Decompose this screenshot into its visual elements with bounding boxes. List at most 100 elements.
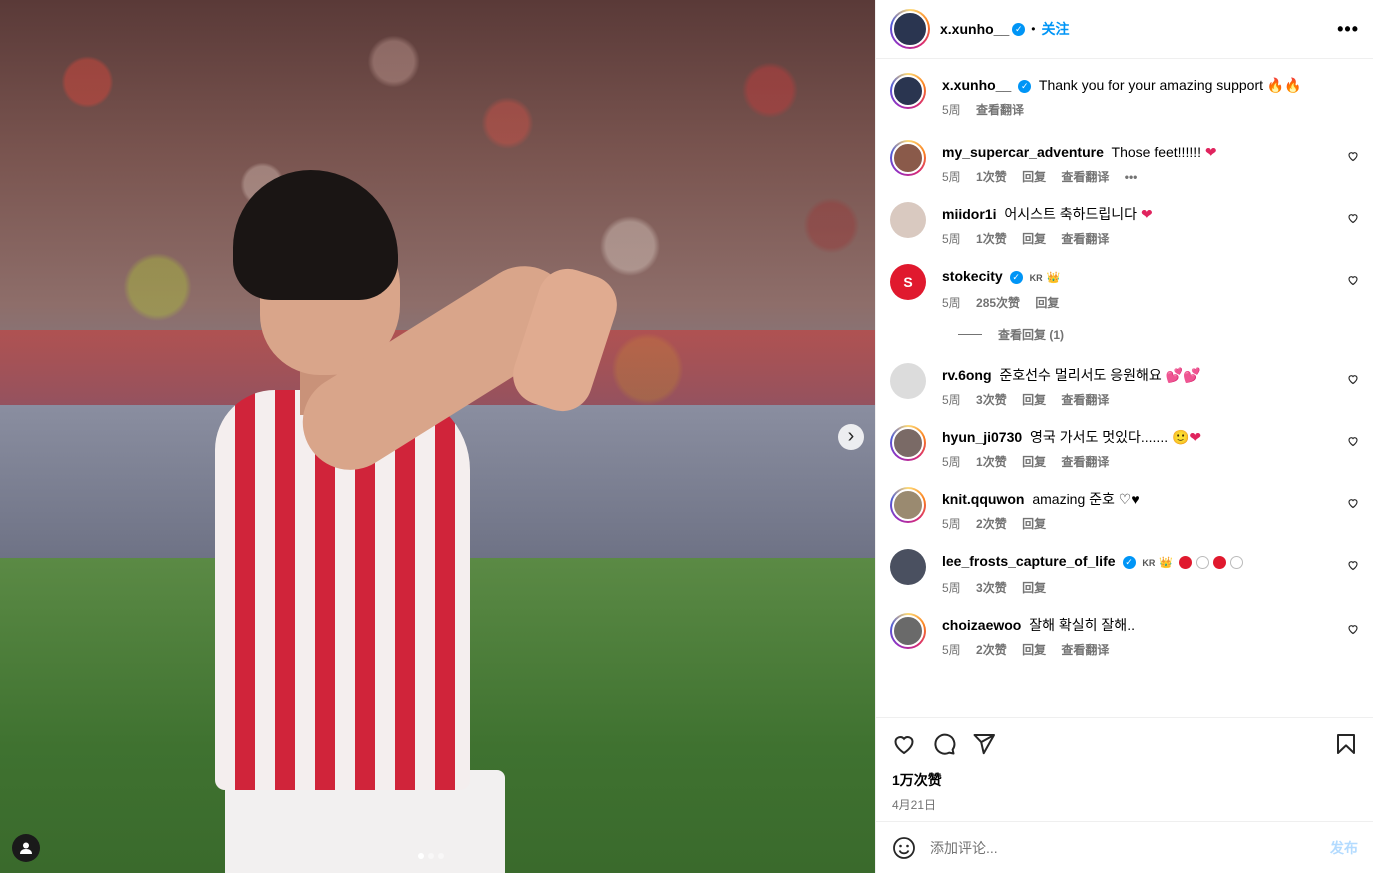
caption-text: Thank you for your amazing support 🔥🔥 bbox=[1038, 77, 1302, 93]
more-icon[interactable]: ••• bbox=[1337, 19, 1359, 40]
comment-likes[interactable]: 3次赞 bbox=[976, 393, 1007, 407]
comment-reply-button[interactable]: 回复 bbox=[1022, 232, 1046, 246]
comment-reply-button[interactable]: 回复 bbox=[1022, 455, 1046, 469]
comment-reply-button[interactable]: 回复 bbox=[1022, 643, 1046, 657]
comment-item: choizaewoo 잘해 확실히 잘해.. 5周 2次赞 回复 查看翻译 bbox=[890, 613, 1359, 658]
post-photo[interactable]: › bbox=[0, 0, 875, 873]
comment-time[interactable]: 5周 bbox=[942, 643, 961, 657]
tagged-users-button[interactable] bbox=[12, 834, 40, 862]
likes-count[interactable]: 1万次赞 bbox=[892, 770, 1358, 790]
comment-emoji: 🙂❤ bbox=[1171, 429, 1202, 445]
comment-username[interactable]: my_supercar_adventure bbox=[942, 144, 1104, 160]
post-side-panel: x.xunho__ ✓ • 关注 ••• x.xunho__ ✓ Thank yo… bbox=[875, 0, 1373, 873]
post-comment-button[interactable]: 发布 bbox=[1330, 838, 1358, 858]
comment-translate[interactable]: 查看翻译 bbox=[1061, 393, 1109, 407]
comment-reply-button[interactable]: 回复 bbox=[1022, 517, 1046, 531]
share-icon[interactable] bbox=[972, 732, 996, 756]
red-circle-emoji bbox=[1212, 555, 1226, 569]
comment-username[interactable]: knit.qquwon bbox=[942, 491, 1024, 507]
comment-item: my_supercar_adventure Those feet!!!!!! ❤… bbox=[890, 140, 1359, 185]
comment-avatar[interactable] bbox=[890, 363, 926, 399]
comment-time[interactable]: 5周 bbox=[942, 517, 961, 531]
comment-like-icon[interactable] bbox=[1347, 559, 1359, 571]
verified-icon: ✓ bbox=[1122, 555, 1136, 569]
carousel-next-button[interactable]: › bbox=[838, 424, 864, 450]
comment-like-icon[interactable] bbox=[1347, 274, 1359, 286]
white-circle-emoji bbox=[1229, 555, 1243, 569]
save-icon[interactable] bbox=[1334, 732, 1358, 756]
comment-text: 어시스트 축하드립니다 bbox=[1004, 206, 1138, 222]
comment-likes[interactable]: 2次赞 bbox=[976, 643, 1007, 657]
comment-reply-button[interactable]: 回复 bbox=[1022, 393, 1046, 407]
comment-avatar[interactable]: S bbox=[890, 264, 926, 300]
emoji-icon[interactable] bbox=[892, 836, 916, 860]
comment-text: 잘해 확실히 잘해.. bbox=[1029, 617, 1135, 633]
comment-time[interactable]: 5周 bbox=[942, 581, 961, 595]
comment-translate[interactable]: 查看翻译 bbox=[1061, 170, 1109, 184]
comment-like-icon[interactable] bbox=[1347, 497, 1359, 509]
comment-time[interactable]: 5周 bbox=[942, 232, 961, 246]
comment-text: 준호선수 멀리서도 응원해요 bbox=[999, 367, 1162, 383]
comment-avatar[interactable] bbox=[890, 613, 926, 649]
white-circle-emoji bbox=[1195, 555, 1209, 569]
comment-reply-button[interactable]: 回复 bbox=[1022, 170, 1046, 184]
country-badge: KR bbox=[1029, 273, 1043, 283]
comment-likes[interactable]: 2次赞 bbox=[976, 517, 1007, 531]
comment-avatar[interactable] bbox=[890, 202, 926, 238]
comment-avatar[interactable] bbox=[890, 549, 926, 585]
comment-emoji: ♡♥ bbox=[1118, 491, 1140, 507]
post-header: x.xunho__ ✓ • 关注 ••• bbox=[876, 0, 1373, 59]
comment-username[interactable]: lee_frosts_capture_of_life bbox=[942, 553, 1116, 569]
comment-likes[interactable]: 1次赞 bbox=[976, 170, 1007, 184]
caption-username[interactable]: x.xunho__ bbox=[942, 77, 1011, 93]
comment-username[interactable]: choizaewoo bbox=[942, 617, 1021, 633]
caption-avatar[interactable] bbox=[890, 73, 926, 109]
comment-text: amazing 준호 bbox=[1032, 491, 1115, 507]
comment-emoji: ❤ bbox=[1140, 206, 1153, 222]
add-comment-bar: 发布 bbox=[876, 821, 1373, 873]
comment-translate[interactable]: 查看翻译 bbox=[1061, 643, 1109, 657]
comment-item: S stokecity ✓ KR 👑 5周 285次赞 回复 bbox=[890, 264, 1359, 311]
comment-more-icon[interactable]: ••• bbox=[1125, 170, 1138, 184]
comment-icon[interactable] bbox=[932, 732, 956, 756]
owner-avatar[interactable] bbox=[890, 9, 930, 49]
comment-input[interactable] bbox=[930, 839, 1330, 856]
comment-translate[interactable]: 查看翻译 bbox=[1061, 455, 1109, 469]
post-date[interactable]: 4月21日 bbox=[892, 796, 1358, 813]
comment-item: miidor1i 어시스트 축하드립니다 ❤ 5周 1次赞 回复 查看翻译 bbox=[890, 202, 1359, 247]
comment-like-icon[interactable] bbox=[1347, 212, 1359, 224]
heart-icon[interactable] bbox=[892, 732, 916, 756]
comment-time[interactable]: 5周 bbox=[942, 170, 961, 184]
comment-avatar[interactable] bbox=[890, 425, 926, 461]
comments-list[interactable]: x.xunho__ ✓ Thank you for your amazing su… bbox=[876, 59, 1373, 717]
comment-likes[interactable]: 285次赞 bbox=[976, 296, 1020, 310]
country-badge: KR bbox=[1142, 558, 1156, 568]
crown-icon: 👑 bbox=[1159, 557, 1174, 569]
comment-like-icon[interactable] bbox=[1347, 623, 1359, 635]
verified-icon: ✓ bbox=[1018, 79, 1032, 93]
comment-time[interactable]: 5周 bbox=[942, 455, 961, 469]
comment-username[interactable]: miidor1i bbox=[942, 206, 996, 222]
comment-like-icon[interactable] bbox=[1347, 373, 1359, 385]
comment-like-icon[interactable] bbox=[1347, 435, 1359, 447]
comment-translate[interactable]: 查看翻译 bbox=[1061, 232, 1109, 246]
comment-username[interactable]: rv.6ong bbox=[942, 367, 992, 383]
owner-username[interactable]: x.xunho__ bbox=[940, 21, 1009, 37]
comment-likes[interactable]: 1次赞 bbox=[976, 455, 1007, 469]
comment-username[interactable]: hyun_ji0730 bbox=[942, 429, 1022, 445]
comment-time[interactable]: 5周 bbox=[942, 393, 961, 407]
view-replies-button[interactable]: 查看回复 (1) bbox=[958, 326, 1359, 343]
comment-username[interactable]: stokecity bbox=[942, 268, 1003, 284]
comment-avatar[interactable] bbox=[890, 487, 926, 523]
comment-likes[interactable]: 1次赞 bbox=[976, 232, 1007, 246]
comment-likes[interactable]: 3次赞 bbox=[976, 581, 1007, 595]
comment-reply-button[interactable]: 回复 bbox=[1035, 296, 1059, 310]
caption-time[interactable]: 5周 bbox=[942, 103, 961, 117]
comment-like-icon[interactable] bbox=[1347, 150, 1359, 162]
comment-reply-button[interactable]: 回复 bbox=[1022, 581, 1046, 595]
comment-item: knit.qquwon amazing 준호 ♡♥ 5周 2次赞 回复 bbox=[890, 487, 1359, 532]
caption-translate[interactable]: 查看翻译 bbox=[976, 103, 1024, 117]
comment-avatar[interactable] bbox=[890, 140, 926, 176]
comment-time[interactable]: 5周 bbox=[942, 296, 961, 310]
follow-button[interactable]: 关注 bbox=[1041, 19, 1069, 39]
